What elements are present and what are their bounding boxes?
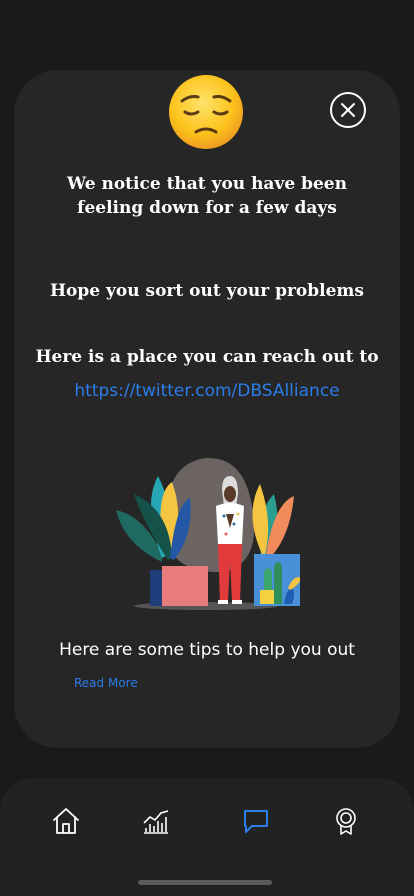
screen: We notice that you have been feeling dow…	[0, 0, 414, 896]
pensive-face-icon	[169, 75, 243, 149]
chart-icon	[143, 810, 169, 834]
tips-text: Here are some tips to help you out	[59, 640, 355, 660]
nav-chat[interactable]	[241, 806, 271, 836]
badge-icon	[336, 808, 356, 835]
read-more-link[interactable]: Read More	[74, 676, 138, 690]
wellbeing-illustration	[116, 457, 300, 610]
bottom-navigation	[0, 778, 414, 896]
popup-headline: We notice that you have been feeling dow…	[67, 174, 347, 218]
support-link[interactable]: https://twitter.com/DBSAlliance	[34, 381, 380, 401]
chat-icon	[244, 810, 268, 833]
close-button[interactable]	[330, 92, 366, 128]
home-icon	[53, 808, 79, 834]
nav-achievements[interactable]	[331, 806, 361, 836]
feeling-down-popup: We notice that you have been feeling dow…	[14, 70, 400, 748]
reach-out-text: Here is a place you can reach out to	[35, 347, 379, 367]
close-icon	[341, 103, 355, 117]
support-message: Hope you sort out your problems	[50, 281, 364, 301]
nav-stats[interactable]	[141, 806, 171, 836]
home-indicator[interactable]	[138, 880, 272, 885]
nav-home[interactable]	[51, 806, 81, 836]
